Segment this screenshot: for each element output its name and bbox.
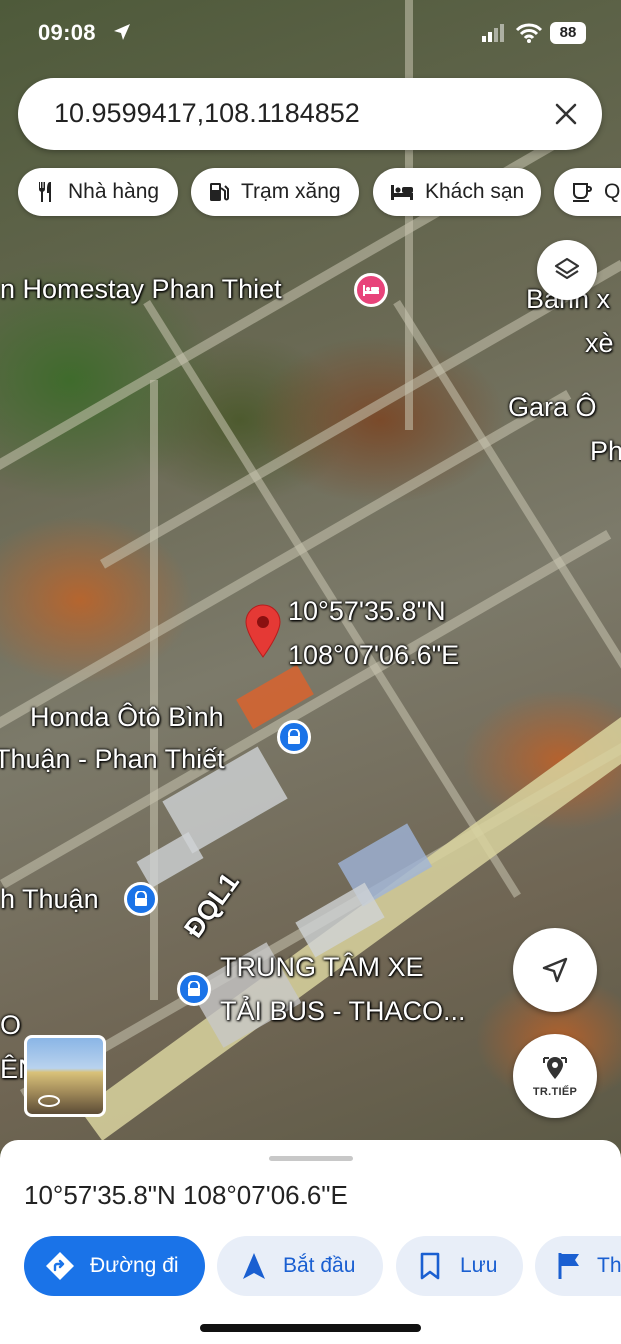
street-view-pin-icon	[543, 1056, 567, 1079]
chip-label: Khách sạn	[425, 180, 525, 203]
label-label: Th	[597, 1254, 621, 1277]
fork-knife-icon	[39, 182, 51, 202]
save-label: Lưu	[460, 1254, 498, 1277]
map-label-honda-2[interactable]: Thuận - Phan Thiết	[0, 744, 225, 775]
place-bottom-sheet[interactable]: 10°57'35.8"N 108°07'06.6"E Đường đi Bắt …	[0, 1140, 621, 1344]
category-chips: Nhà hàng Trạm xăng Khách sạn Qu	[0, 168, 621, 216]
flag-icon	[558, 1253, 579, 1279]
map-label-trungtam-2[interactable]: TẢI BUS - THACO...	[220, 996, 466, 1027]
close-icon[interactable]	[552, 100, 580, 128]
building	[236, 664, 314, 730]
bed-icon	[391, 185, 413, 200]
map-label-binh-thuan[interactable]: h Thuận	[0, 884, 99, 915]
map-label-trungtam-1[interactable]: TRUNG TÂM XE	[220, 952, 424, 983]
map-label-homestay[interactable]: n Homestay Phan Thiet	[0, 274, 282, 305]
chip-cafes[interactable]: Qu	[554, 168, 621, 216]
start-button[interactable]: Bắt đầu	[217, 1236, 383, 1296]
action-buttons: Đường đi Bắt đầu Lưu Th	[0, 1236, 621, 1296]
start-label: Bắt đầu	[283, 1254, 356, 1277]
save-button[interactable]: Lưu	[396, 1236, 523, 1296]
shop-icon[interactable]	[177, 972, 211, 1006]
navigation-arrow-icon	[243, 1253, 265, 1279]
street-view-label: TR.TIẾP	[532, 1085, 578, 1098]
directions-icon	[46, 1252, 74, 1280]
street-view-thumbnail[interactable]	[24, 1035, 106, 1117]
chip-label: Trạm xăng	[241, 180, 341, 203]
navigation-arrow-icon	[542, 957, 568, 983]
shop-icon[interactable]	[124, 882, 158, 916]
chip-label: Nhà hàng	[68, 180, 160, 203]
home-indicator	[200, 1324, 421, 1332]
cup-icon	[573, 183, 592, 202]
status-bar: 09:08 88	[0, 18, 621, 52]
gas-station-icon	[210, 183, 229, 201]
search-input[interactable]: 10.9599417,108.1184852	[54, 98, 360, 129]
chip-hotels[interactable]: Khách sạn	[373, 168, 541, 216]
layers-icon	[554, 257, 580, 280]
drag-handle[interactable]	[269, 1156, 353, 1161]
chip-label: Qu	[604, 180, 621, 203]
building	[136, 832, 204, 888]
battery-indicator: 88	[550, 22, 586, 44]
my-location-button[interactable]	[513, 928, 597, 1012]
status-time: 09:08	[38, 20, 96, 45]
rotate-360-icon	[38, 1095, 60, 1107]
hotel-icon[interactable]	[354, 273, 388, 307]
map-label-honda-1[interactable]: Honda Ôtô Bình	[30, 702, 224, 733]
street-view-button[interactable]: TR.TIẾP	[513, 1034, 597, 1118]
bookmark-icon	[420, 1252, 440, 1280]
road-label-ql1: ĐQL1	[178, 867, 245, 944]
car-dealer-icon[interactable]	[277, 720, 311, 754]
map-label-left-1[interactable]: O	[0, 1010, 21, 1041]
wifi-icon	[515, 23, 543, 43]
search-bar[interactable]: 10.9599417,108.1184852	[18, 78, 602, 150]
pin-longitude-label: 108°07'06.6"E	[288, 640, 460, 670]
location-services-icon	[114, 24, 130, 40]
directions-button[interactable]: Đường đi	[24, 1236, 205, 1296]
cellular-signal-icon	[482, 24, 504, 42]
chip-restaurants[interactable]: Nhà hàng	[18, 168, 178, 216]
location-pin-icon[interactable]	[244, 604, 282, 658]
map-label-gara-2[interactable]: Ph	[590, 436, 621, 467]
layers-button[interactable]	[537, 240, 597, 300]
pin-latitude-label: 10°57'35.8"N	[288, 596, 446, 626]
map-label-gara-1[interactable]: Gara Ô	[508, 392, 597, 423]
label-button[interactable]: Th	[535, 1236, 621, 1296]
place-coordinates: 10°57'35.8"N 108°07'06.6"E	[24, 1180, 348, 1210]
map-label-banh-2[interactable]: xè	[585, 328, 614, 359]
directions-label: Đường đi	[90, 1254, 179, 1277]
chip-gas-stations[interactable]: Trạm xăng	[191, 168, 359, 216]
